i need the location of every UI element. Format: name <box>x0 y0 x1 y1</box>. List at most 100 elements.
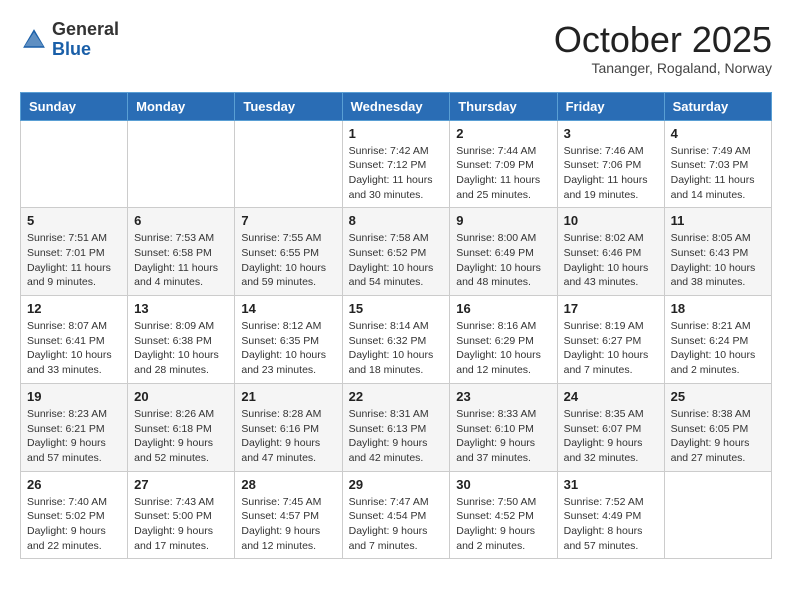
day-number: 7 <box>241 213 335 228</box>
day-number: 16 <box>456 301 550 316</box>
day-info: Sunrise: 7:50 AM Sunset: 4:52 PM Dayligh… <box>456 495 550 554</box>
calendar-cell: 21 Sunrise: 8:28 AM Sunset: 6:16 PM Dayli… <box>235 383 342 471</box>
month-title: October 2025 <box>554 20 772 60</box>
calendar-week-row: 26Sunrise: 7:40 AM Sunset: 5:02 PM Dayli… <box>21 471 772 559</box>
calendar-cell: 4Sunrise: 7:49 AM Sunset: 7:03 PM Daylig… <box>664 120 771 208</box>
calendar-cell: 2 Sunrise: 7:44 AM Sunset: 7:09 PM Daylig… <box>450 120 557 208</box>
logo: General Blue <box>20 20 119 60</box>
calendar-cell: 29 Sunrise: 7:47 AM Sunset: 4:54 PM Dayli… <box>342 471 450 559</box>
calendar-cell: 19Sunrise: 8:23 AM Sunset: 6:21 PM Dayli… <box>21 383 128 471</box>
calendar-cell: 17Sunrise: 8:19 AM Sunset: 6:27 PM Dayli… <box>557 296 664 384</box>
day-number: 2 <box>456 126 550 141</box>
day-number: 22 <box>349 389 444 404</box>
day-number: 5 <box>27 213 121 228</box>
calendar-week-row: 12 Sunrise: 8:07 AM Sunset: 6:41 PM Dayli… <box>21 296 772 384</box>
col-header-wednesday: Wednesday <box>342 92 450 120</box>
calendar-cell: 15Sunrise: 8:14 AM Sunset: 6:32 PM Dayli… <box>342 296 450 384</box>
day-number: 14 <box>241 301 335 316</box>
calendar-cell: 10Sunrise: 8:02 AM Sunset: 6:46 PM Dayli… <box>557 208 664 296</box>
calendar-cell: 11Sunrise: 8:05 AM Sunset: 6:43 PM Dayli… <box>664 208 771 296</box>
logo-icon <box>20 26 48 54</box>
day-info: Sunrise: 7:43 AM Sunset: 5:00 PM Dayligh… <box>134 495 228 554</box>
day-info: Sunrise: 8:16 AM Sunset: 6:29 PM Dayligh… <box>456 319 550 378</box>
calendar-cell: 20 Sunrise: 8:26 AM Sunset: 6:18 PM Dayli… <box>128 383 235 471</box>
day-number: 26 <box>27 477 121 492</box>
title-block: October 2025 Tananger, Rogaland, Norway <box>554 20 772 76</box>
day-number: 9 <box>456 213 550 228</box>
day-info: Sunrise: 8:12 AM Sunset: 6:35 PM Dayligh… <box>241 319 335 378</box>
day-info: Sunrise: 7:42 AM Sunset: 7:12 PM Dayligh… <box>349 144 444 203</box>
calendar-cell: 28 Sunrise: 7:45 AM Sunset: 4:57 PM Dayli… <box>235 471 342 559</box>
calendar-cell: 14 Sunrise: 8:12 AM Sunset: 6:35 PM Dayli… <box>235 296 342 384</box>
day-info: Sunrise: 8:07 AM Sunset: 6:41 PM Dayligh… <box>27 319 121 378</box>
day-info: Sunrise: 8:31 AM Sunset: 6:13 PM Dayligh… <box>349 407 444 466</box>
day-info: Sunrise: 7:53 AM Sunset: 6:58 PM Dayligh… <box>134 231 228 290</box>
page-header: General Blue October 2025 Tananger, Roga… <box>20 20 772 76</box>
day-number: 20 <box>134 389 228 404</box>
day-info: Sunrise: 8:28 AM Sunset: 6:16 PM Dayligh… <box>241 407 335 466</box>
logo-text: General Blue <box>52 20 119 60</box>
day-info: Sunrise: 8:00 AM Sunset: 6:49 PM Dayligh… <box>456 231 550 290</box>
day-number: 8 <box>349 213 444 228</box>
day-number: 21 <box>241 389 335 404</box>
day-info: Sunrise: 8:35 AM Sunset: 6:07 PM Dayligh… <box>564 407 658 466</box>
calendar-week-row: 5Sunrise: 7:51 AM Sunset: 7:01 PM Daylig… <box>21 208 772 296</box>
calendar-cell <box>235 120 342 208</box>
calendar-cell <box>128 120 235 208</box>
day-info: Sunrise: 8:26 AM Sunset: 6:18 PM Dayligh… <box>134 407 228 466</box>
col-header-sunday: Sunday <box>21 92 128 120</box>
calendar-cell: 1 Sunrise: 7:42 AM Sunset: 7:12 PM Daylig… <box>342 120 450 208</box>
day-info: Sunrise: 7:55 AM Sunset: 6:55 PM Dayligh… <box>241 231 335 290</box>
calendar-cell <box>664 471 771 559</box>
day-info: Sunrise: 8:02 AM Sunset: 6:46 PM Dayligh… <box>564 231 658 290</box>
location-subtitle: Tananger, Rogaland, Norway <box>554 60 772 76</box>
calendar-cell: 18 Sunrise: 8:21 AM Sunset: 6:24 PM Dayli… <box>664 296 771 384</box>
calendar-cell: 31 Sunrise: 7:52 AM Sunset: 4:49 PM Dayli… <box>557 471 664 559</box>
calendar-cell: 23 Sunrise: 8:33 AM Sunset: 6:10 PM Dayli… <box>450 383 557 471</box>
day-info: Sunrise: 7:58 AM Sunset: 6:52 PM Dayligh… <box>349 231 444 290</box>
calendar-cell: 8 Sunrise: 7:58 AM Sunset: 6:52 PM Daylig… <box>342 208 450 296</box>
day-info: Sunrise: 8:09 AM Sunset: 6:38 PM Dayligh… <box>134 319 228 378</box>
calendar-cell <box>21 120 128 208</box>
calendar-cell: 7 Sunrise: 7:55 AM Sunset: 6:55 PM Daylig… <box>235 208 342 296</box>
day-number: 15 <box>349 301 444 316</box>
day-number: 31 <box>564 477 658 492</box>
col-header-thursday: Thursday <box>450 92 557 120</box>
day-number: 18 <box>671 301 765 316</box>
calendar-cell: 26Sunrise: 7:40 AM Sunset: 5:02 PM Dayli… <box>21 471 128 559</box>
day-number: 28 <box>241 477 335 492</box>
day-info: Sunrise: 7:46 AM Sunset: 7:06 PM Dayligh… <box>564 144 658 203</box>
day-info: Sunrise: 7:44 AM Sunset: 7:09 PM Dayligh… <box>456 144 550 203</box>
day-info: Sunrise: 7:45 AM Sunset: 4:57 PM Dayligh… <box>241 495 335 554</box>
calendar-cell: 12 Sunrise: 8:07 AM Sunset: 6:41 PM Dayli… <box>21 296 128 384</box>
day-number: 24 <box>564 389 658 404</box>
day-number: 19 <box>27 389 121 404</box>
day-info: Sunrise: 7:49 AM Sunset: 7:03 PM Dayligh… <box>671 144 765 203</box>
calendar-cell: 9 Sunrise: 8:00 AM Sunset: 6:49 PM Daylig… <box>450 208 557 296</box>
col-header-saturday: Saturday <box>664 92 771 120</box>
day-number: 1 <box>349 126 444 141</box>
day-number: 27 <box>134 477 228 492</box>
day-info: Sunrise: 8:19 AM Sunset: 6:27 PM Dayligh… <box>564 319 658 378</box>
day-number: 13 <box>134 301 228 316</box>
day-info: Sunrise: 7:47 AM Sunset: 4:54 PM Dayligh… <box>349 495 444 554</box>
calendar-cell: 27 Sunrise: 7:43 AM Sunset: 5:00 PM Dayli… <box>128 471 235 559</box>
day-number: 29 <box>349 477 444 492</box>
col-header-monday: Monday <box>128 92 235 120</box>
day-info: Sunrise: 7:52 AM Sunset: 4:49 PM Dayligh… <box>564 495 658 554</box>
calendar-cell: 13 Sunrise: 8:09 AM Sunset: 6:38 PM Dayli… <box>128 296 235 384</box>
calendar-cell: 22 Sunrise: 8:31 AM Sunset: 6:13 PM Dayli… <box>342 383 450 471</box>
day-number: 11 <box>671 213 765 228</box>
day-info: Sunrise: 8:38 AM Sunset: 6:05 PM Dayligh… <box>671 407 765 466</box>
col-header-friday: Friday <box>557 92 664 120</box>
day-number: 23 <box>456 389 550 404</box>
calendar-header-row: SundayMondayTuesdayWednesdayThursdayFrid… <box>21 92 772 120</box>
day-number: 3 <box>564 126 658 141</box>
day-info: Sunrise: 8:21 AM Sunset: 6:24 PM Dayligh… <box>671 319 765 378</box>
day-number: 12 <box>27 301 121 316</box>
calendar-week-row: 19Sunrise: 8:23 AM Sunset: 6:21 PM Dayli… <box>21 383 772 471</box>
calendar-cell: 25 Sunrise: 8:38 AM Sunset: 6:05 PM Dayli… <box>664 383 771 471</box>
day-info: Sunrise: 8:33 AM Sunset: 6:10 PM Dayligh… <box>456 407 550 466</box>
calendar-table: SundayMondayTuesdayWednesdayThursdayFrid… <box>20 92 772 560</box>
day-number: 25 <box>671 389 765 404</box>
